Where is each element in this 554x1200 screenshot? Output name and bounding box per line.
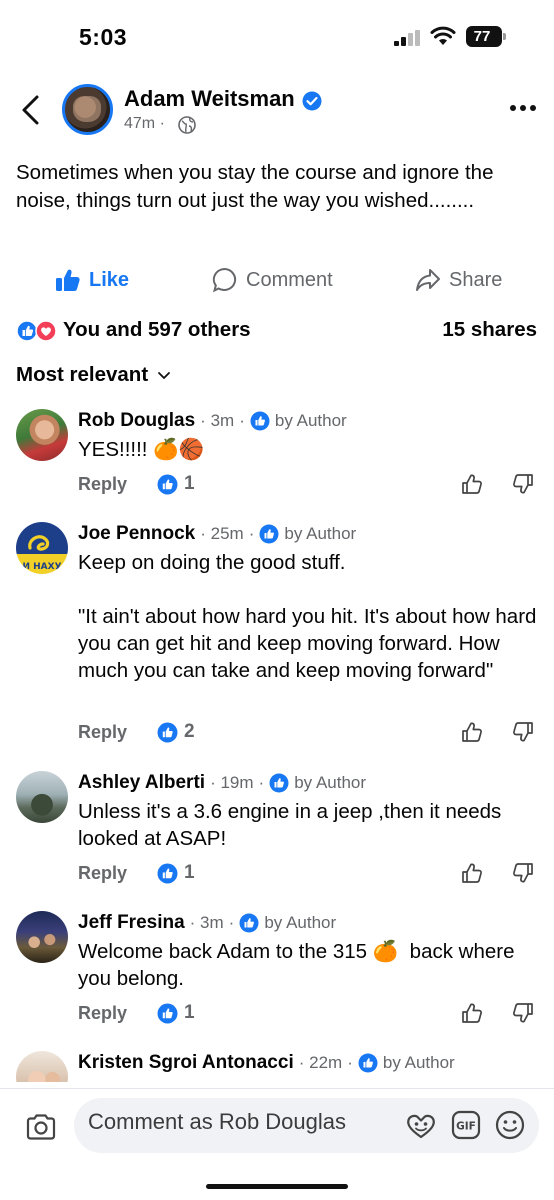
home-indicator[interactable]	[206, 1184, 348, 1189]
thumbs-down-icon[interactable]	[512, 1002, 534, 1024]
comment-like-count: 1	[157, 473, 195, 495]
comment-text: Unless it's a 3.6 engine in a jeep ,then…	[78, 800, 508, 850]
author-badge-label: by Author	[294, 773, 367, 792]
comment-like-count: 1	[157, 862, 195, 884]
comment-time: · 19m	[210, 773, 254, 792]
chevron-down-icon	[158, 372, 171, 379]
author-name[interactable]: Adam Weitsman	[124, 86, 295, 112]
comment-text: YES!!!!! 🍊🏀	[78, 438, 205, 461]
comment-like-count: 1	[157, 1002, 195, 1024]
thumbs-down-icon[interactable]	[512, 862, 534, 884]
like-label: Like	[89, 268, 130, 291]
reply-button[interactable]: Reply	[78, 863, 127, 884]
liked-by-author-icon	[269, 773, 289, 793]
author-badge-label: by Author	[264, 913, 337, 932]
like-reaction-icon	[157, 474, 178, 494]
reply-button[interactable]: Reply	[78, 474, 127, 495]
share-arrow-icon	[416, 269, 440, 291]
author-badge-label: by Author	[274, 411, 347, 430]
commenter-name[interactable]: Joe Pennock	[78, 523, 195, 545]
commenter-avatar[interactable]: И НАХУ	[16, 522, 68, 574]
comment-time: · 22m	[298, 1053, 343, 1072]
liked-by-author-icon	[358, 1053, 378, 1073]
gif-icon[interactable]: GIF	[451, 1110, 481, 1140]
liked-by-author-icon	[239, 913, 259, 933]
emoji-icon[interactable]	[495, 1110, 525, 1140]
avatar-sticker-icon[interactable]	[405, 1110, 437, 1140]
battery-icon: 77	[466, 26, 508, 47]
liked-by-author-icon	[250, 411, 270, 431]
sort-label: Most relevant	[16, 363, 149, 386]
svg-text:GIF: GIF	[456, 1121, 476, 1133]
commenter-name[interactable]: Ashley Alberti	[78, 772, 205, 794]
comment-button[interactable]: Comment	[212, 265, 333, 295]
author-badge-label: by Author	[382, 1053, 455, 1072]
commenter-name[interactable]: Kristen Sgroi Antonacci	[78, 1052, 294, 1074]
reactions-summary[interactable]: You and 597 others	[63, 318, 251, 342]
comment-input-placeholder: Comment as Rob Douglas	[88, 1109, 347, 1134]
comment-time: · 25m	[200, 524, 244, 543]
comment-text: Keep on doing the good stuff. "It ain't …	[78, 551, 537, 682]
like-reaction-icon	[157, 722, 178, 742]
camera-icon[interactable]	[25, 1113, 57, 1141]
thumbs-up-icon[interactable]	[461, 721, 483, 743]
commenter-avatar[interactable]	[16, 409, 68, 461]
like-reaction-icon	[157, 1003, 178, 1023]
reply-button[interactable]: Reply	[78, 1003, 127, 1024]
commenter-name[interactable]: Rob Douglas	[78, 410, 195, 432]
commenter-avatar[interactable]	[16, 911, 68, 963]
globe-icon	[178, 116, 196, 134]
author-avatar[interactable]	[62, 84, 113, 135]
thumbs-down-icon[interactable]	[512, 473, 534, 495]
comment-bubble-icon	[212, 267, 237, 293]
share-label: Share	[449, 268, 503, 291]
avatar-text: И НАХУ	[22, 562, 61, 572]
status-time: 5:03	[79, 24, 128, 50]
status-bar: 5:03 77	[0, 0, 554, 72]
cellular-signal-icon	[394, 30, 420, 46]
like-reaction-icon	[157, 863, 178, 883]
thumbs-up-icon[interactable]	[461, 473, 483, 495]
comment-label: Comment	[246, 268, 333, 291]
reply-button[interactable]: Reply	[78, 722, 127, 743]
like-button[interactable]: Like	[55, 265, 129, 295]
comment-time: · 3m	[200, 411, 235, 430]
thumbs-down-icon[interactable]	[512, 721, 534, 743]
comment-like-count: 2	[157, 721, 195, 743]
thumbs-up-filled-icon	[56, 269, 80, 291]
verified-badge-icon	[302, 91, 322, 111]
back-arrow-icon[interactable]	[18, 93, 44, 127]
battery-level: 77	[473, 28, 491, 45]
commenter-avatar[interactable]	[16, 771, 68, 823]
comment-time: · 3m	[189, 913, 224, 932]
liked-by-author-icon	[259, 524, 279, 544]
thumbs-up-icon[interactable]	[461, 862, 483, 884]
post-time: 47m ·	[124, 115, 165, 132]
sort-dropdown[interactable]: Most relevant	[16, 363, 172, 387]
wifi-icon	[430, 26, 456, 45]
comment-text: Welcome back Adam to the 315 🍊 back wher…	[78, 940, 521, 990]
share-button[interactable]: Share	[415, 265, 502, 295]
shares-count[interactable]: 15 shares	[442, 318, 537, 342]
author-badge-label: by Author	[284, 524, 357, 543]
thumbs-up-icon[interactable]	[461, 1002, 483, 1024]
post-text: Sometimes when you stay the course and i…	[16, 161, 494, 212]
more-options-icon[interactable]	[509, 103, 537, 113]
reaction-icons[interactable]	[16, 320, 60, 342]
commenter-name[interactable]: Jeff Fresina	[78, 912, 185, 934]
